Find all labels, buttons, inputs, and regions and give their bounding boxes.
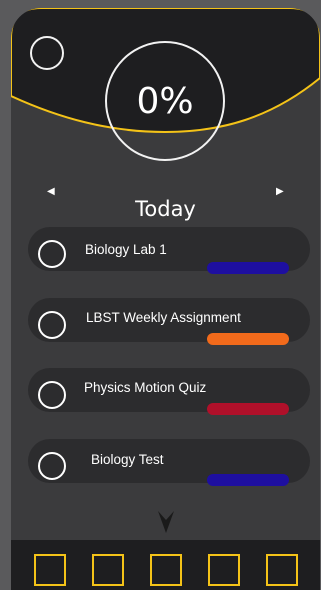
task-label: LBST Weekly Assignment — [86, 310, 241, 325]
task-color-tag — [207, 474, 289, 486]
tab-button-1[interactable] — [34, 554, 66, 586]
task-checkbox[interactable] — [38, 311, 66, 339]
task-item[interactable]: Biology Test — [28, 439, 310, 486]
day-title: Today — [135, 197, 196, 221]
task-item[interactable]: Physics Motion Quiz — [28, 368, 310, 415]
task-checkbox[interactable] — [38, 381, 66, 409]
menu-button[interactable] — [30, 36, 64, 70]
task-checkbox[interactable] — [38, 452, 66, 480]
triangle-left-icon[interactable]: ◀ — [47, 186, 55, 197]
app-screen: 0% ◀ Today ▶ Biology Lab 1 LBST Weekly A… — [11, 8, 320, 590]
progress-percent: 0% — [136, 80, 194, 122]
task-color-tag — [207, 403, 289, 415]
task-item[interactable]: LBST Weekly Assignment — [28, 298, 310, 345]
chevron-down-icon[interactable] — [158, 511, 174, 533]
tab-bar — [11, 540, 320, 590]
task-color-tag — [207, 333, 289, 345]
triangle-right-icon[interactable]: ▶ — [276, 186, 284, 197]
task-item[interactable]: Biology Lab 1 — [28, 227, 310, 274]
progress-ring: 0% — [105, 41, 225, 161]
tab-button-4[interactable] — [208, 554, 240, 586]
task-label: Biology Test — [91, 452, 164, 467]
tab-button-5[interactable] — [266, 554, 298, 586]
task-checkbox[interactable] — [38, 240, 66, 268]
task-label: Physics Motion Quiz — [84, 380, 207, 395]
task-label: Biology Lab 1 — [85, 242, 167, 257]
tab-button-2[interactable] — [92, 554, 124, 586]
tab-button-3[interactable] — [150, 554, 182, 586]
task-color-tag — [207, 262, 289, 274]
